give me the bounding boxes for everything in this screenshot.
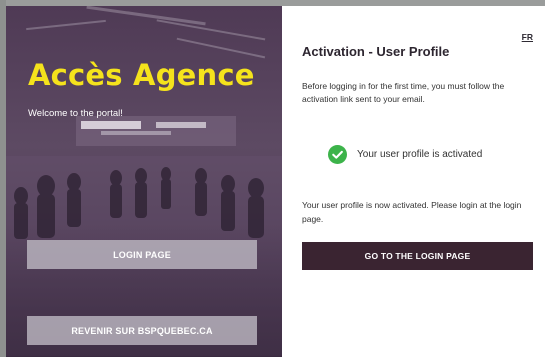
hero-welcome-text: Welcome to the portal! — [28, 108, 123, 119]
language-toggle-link[interactable]: FR — [522, 32, 533, 42]
go-to-login-page-button[interactable]: GO TO THE LOGIN PAGE — [302, 242, 533, 270]
activation-panel: FR Activation - User Profile Before logg… — [282, 6, 545, 357]
revenir-bspquebec-button[interactable]: REVENIR SUR BSPQUEBEC.CA — [27, 316, 257, 345]
check-circle-icon — [328, 145, 347, 164]
page-title: Activation - User Profile — [302, 44, 450, 59]
activation-status: Your user profile is activated — [328, 145, 482, 164]
hero-panel: Accès Agence Welcome to the portal! LOGI… — [6, 6, 282, 357]
status-text: Your user profile is activated — [357, 149, 483, 160]
hero-title: Accès Agence — [28, 58, 255, 92]
intro-text: Before logging in for the first time, yo… — [302, 81, 505, 104]
activated-message: Your user profile is now activated. Plea… — [302, 200, 522, 224]
login-page-button[interactable]: LOGIN PAGE — [27, 240, 257, 269]
